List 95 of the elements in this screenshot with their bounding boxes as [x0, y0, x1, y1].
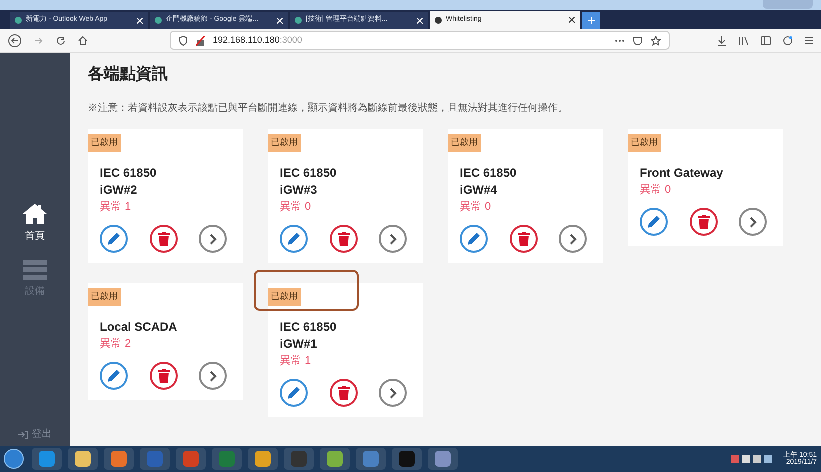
endpoint-name: IEC 61850 — [280, 319, 338, 336]
delete-button[interactable] — [690, 208, 718, 236]
more-icon[interactable] — [615, 38, 625, 42]
pencil-icon — [467, 232, 481, 246]
chevron-right-icon — [750, 216, 756, 228]
url-text: 192.168.110.180:3000 — [213, 34, 302, 47]
tray-icons[interactable] — [730, 455, 772, 463]
pencil-icon — [287, 386, 301, 400]
taskbar-app-icon[interactable] — [428, 448, 458, 470]
sidebar-toggle-icon[interactable] — [761, 36, 771, 46]
edit-button[interactable] — [100, 225, 128, 253]
alarm-count: 異常 2 — [100, 337, 132, 352]
endpoint-name: IEC 61850 — [460, 165, 518, 182]
taskbar-app-icon[interactable] — [356, 448, 386, 470]
sidebar-item[interactable]: 首頁 — [22, 203, 48, 244]
home-icon[interactable] — [78, 36, 88, 46]
alarm-count: 異常 0 — [640, 183, 672, 198]
endpoint-name: iGW#3 — [280, 182, 318, 199]
pencil-icon — [107, 369, 121, 383]
details-button[interactable] — [559, 225, 587, 253]
menu-icon[interactable] — [805, 36, 813, 46]
trash-icon — [338, 232, 350, 246]
taskbar-app-icon[interactable] — [320, 448, 350, 470]
endpoint-name: iGW#2 — [100, 182, 138, 199]
delete-button[interactable] — [150, 362, 178, 390]
details-button[interactable] — [199, 362, 227, 390]
shield-icon — [179, 36, 188, 46]
status-badge: 已啟用 — [88, 134, 121, 152]
pencil-icon — [647, 215, 661, 229]
chevron-right-icon — [210, 370, 216, 382]
start-button[interactable] — [4, 449, 24, 469]
edit-button[interactable] — [280, 225, 308, 253]
reload-icon[interactable] — [56, 36, 66, 46]
pencil-icon — [287, 232, 301, 246]
edit-button[interactable] — [640, 208, 668, 236]
endpoint-name: IEC 61850 — [280, 165, 338, 182]
back-icon[interactable] — [8, 34, 22, 48]
endpoint-name: iGW#1 — [280, 336, 318, 353]
chevron-right-icon — [390, 388, 396, 398]
favicon-icon — [435, 16, 442, 24]
status-badge: 已啟用 — [268, 288, 301, 306]
library-icon[interactable] — [739, 36, 749, 46]
endpoint-name: Front Gateway — [640, 165, 724, 182]
address-bar[interactable]: 192.168.110.180:3000 — [170, 31, 670, 50]
alarm-count: 異常 0 — [280, 200, 312, 215]
delete-button[interactable] — [510, 225, 538, 253]
download-icon[interactable] — [717, 36, 727, 46]
extension-icon[interactable] — [783, 36, 793, 46]
status-badge: 已啟用 — [448, 134, 481, 152]
trash-icon — [158, 232, 170, 246]
favicon-icon — [15, 17, 22, 24]
alarm-count: 異常 0 — [460, 200, 492, 215]
taskbar-app-icon[interactable] — [68, 448, 98, 470]
favicon-icon — [155, 17, 162, 24]
endpoint-name: iGW#4 — [460, 182, 498, 199]
edit-button[interactable] — [460, 225, 488, 253]
endpoint-name: IEC 61850 — [100, 165, 158, 182]
notice-text: ※注意：若資料設灰表示該點已與平台斷開連線，顯示資料將為斷線前最後狀態，且無法對其進行任何操作。 — [88, 102, 569, 116]
taskbar-app-icon[interactable] — [32, 448, 62, 470]
chevron-right-icon — [210, 234, 216, 244]
details-button[interactable] — [739, 208, 767, 236]
list-icon — [23, 260, 47, 280]
home-icon — [22, 203, 48, 225]
details-button[interactable] — [379, 225, 407, 253]
plus-icon — [588, 17, 594, 24]
delete-button[interactable] — [150, 225, 178, 253]
page-title: 各端點資訊 — [88, 64, 169, 85]
logout-icon — [18, 430, 28, 438]
insecure-lock-icon — [196, 36, 205, 46]
pencil-icon — [107, 232, 121, 246]
chevron-right-icon — [570, 234, 576, 244]
edit-button[interactable] — [100, 362, 128, 390]
status-badge: 已啟用 — [268, 134, 301, 152]
endpoint-name: Local SCADA — [100, 319, 178, 336]
trash-icon — [518, 232, 530, 246]
favicon-icon — [295, 17, 302, 24]
trash-icon — [158, 369, 170, 383]
status-badge: 已啟用 — [88, 288, 121, 306]
delete-button[interactable] — [330, 379, 358, 407]
pocket-icon[interactable] — [633, 36, 643, 46]
close-icon[interactable] — [569, 17, 575, 23]
edit-button[interactable] — [280, 379, 308, 407]
details-button[interactable] — [379, 379, 407, 407]
chevron-right-icon — [390, 234, 396, 244]
trash-icon — [698, 215, 710, 229]
delete-button[interactable] — [330, 225, 358, 253]
new-tab-button[interactable] — [582, 12, 600, 29]
alarm-count: 異常 1 — [100, 200, 132, 215]
status-badge: 已啟用 — [628, 134, 661, 152]
taskbar-app-icon[interactable] — [104, 448, 134, 470]
star-icon[interactable] — [651, 36, 661, 46]
taskbar-app-icon[interactable] — [248, 448, 278, 470]
trash-icon — [338, 386, 350, 400]
details-button[interactable] — [199, 225, 227, 253]
alarm-count: 異常 1 — [280, 354, 312, 369]
